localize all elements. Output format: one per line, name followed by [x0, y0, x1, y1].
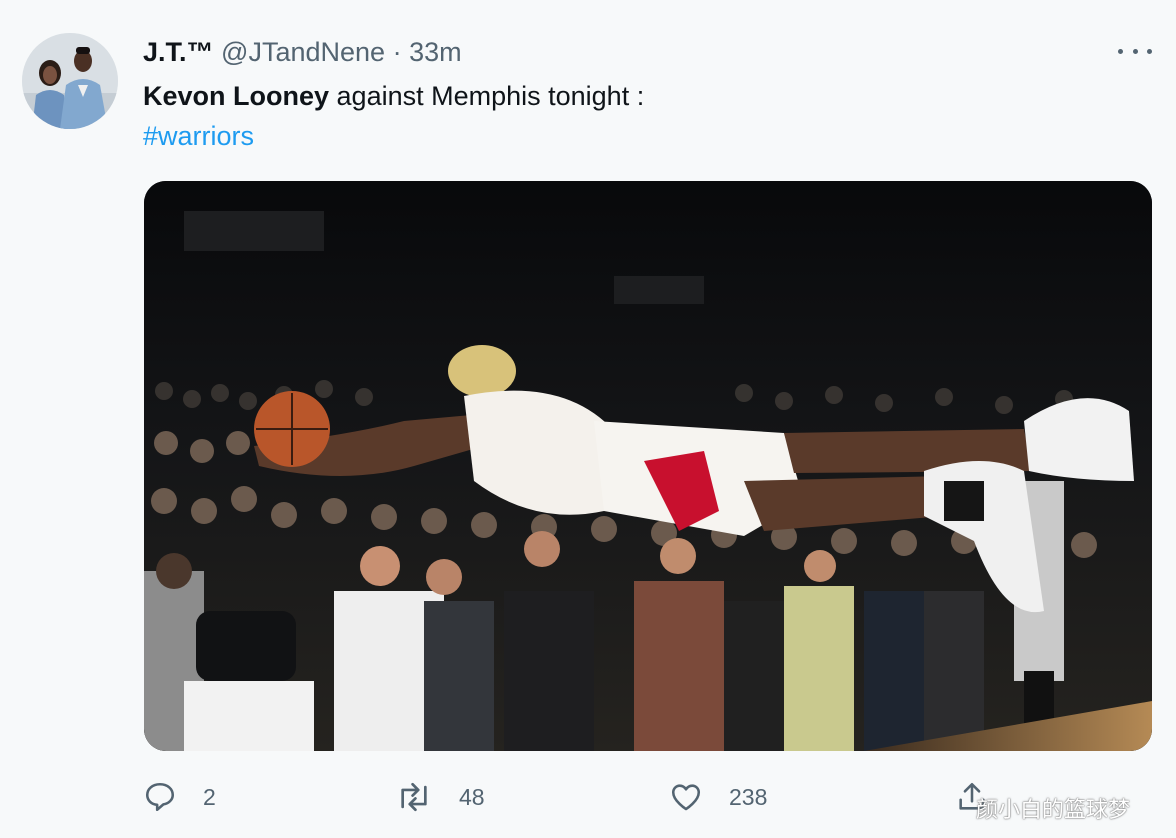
retweet-count: 48	[459, 783, 485, 810]
more-dot	[1118, 48, 1123, 54]
like-button[interactable]: 238	[669, 772, 767, 822]
tweet-text-body: against Memphis tonight :	[329, 81, 645, 111]
tweet-card: J.T.™ @JTandNene · 33m Kevon Looney agai…	[0, 0, 1176, 838]
like-count: 238	[729, 783, 768, 810]
tweet-header: J.T.™ @JTandNene · 33m	[143, 32, 462, 72]
retweet-icon	[401, 782, 427, 812]
display-name[interactable]: J.T.™	[143, 37, 214, 67]
tweet-text-line: Kevon Looney against Memphis tonight :	[143, 76, 1103, 116]
avatar-image	[22, 33, 118, 129]
basketball-dive-photo	[144, 181, 1152, 751]
more-icon[interactable]	[1118, 36, 1152, 66]
more-dot	[1147, 48, 1152, 54]
reply-count: 2	[203, 783, 216, 810]
more-dot	[1132, 48, 1138, 54]
reply-button[interactable]: 2	[143, 772, 216, 822]
timestamp[interactable]: 33m	[409, 37, 462, 67]
reply-icon	[145, 782, 175, 812]
hashtag-link[interactable]: #warriors	[143, 121, 254, 151]
watermark: 颜小白的篮球梦	[976, 798, 1131, 823]
tweet-photo[interactable]	[144, 181, 1152, 751]
user-handle[interactable]: @JTandNene	[221, 37, 385, 67]
separator-dot: ·	[392, 37, 402, 67]
like-icon	[671, 784, 701, 811]
mention-name: Kevon Looney	[143, 81, 330, 111]
avatar[interactable]	[22, 33, 118, 129]
retweet-button[interactable]: 48	[395, 772, 485, 822]
tweet-text: Kevon Looney against Memphis tonight : #…	[143, 76, 1103, 156]
